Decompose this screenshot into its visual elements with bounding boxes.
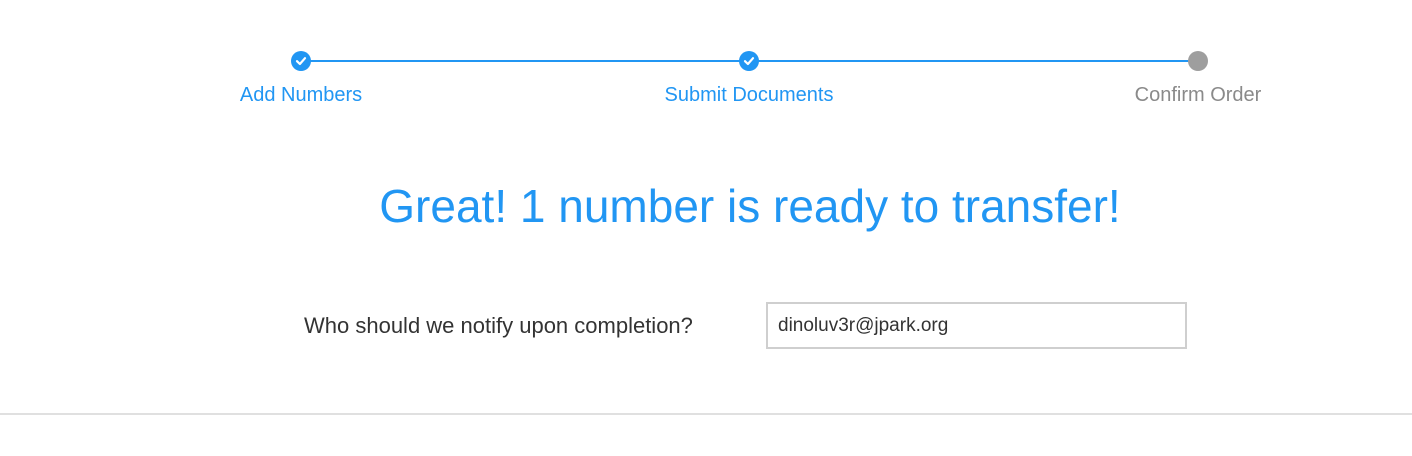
step-add-numbers-indicator [291, 51, 311, 71]
stepper-connector [749, 60, 1198, 62]
stepper-connector [301, 60, 749, 62]
page-headline: Great! 1 number is ready to transfer! [379, 180, 1121, 232]
notify-email-label: Who should we notify upon completion? [304, 313, 693, 338]
transfer-confirmation-page: Add Numbers Submit Documents Confirm Ord… [0, 0, 1412, 456]
check-icon [295, 57, 307, 66]
step-confirm-order-label: Confirm Order [1134, 84, 1262, 106]
progress-stepper: Add Numbers Submit Documents Confirm Ord… [0, 0, 1412, 130]
step-add-numbers-label[interactable]: Add Numbers [240, 83, 362, 107]
section-divider [0, 413, 1412, 415]
step-submit-documents-label[interactable]: Submit Documents [665, 83, 834, 107]
step-confirm-order-indicator [1188, 51, 1208, 71]
step-submit-documents-indicator [739, 51, 759, 71]
check-icon [743, 57, 755, 66]
notify-email-input[interactable] [766, 302, 1187, 349]
